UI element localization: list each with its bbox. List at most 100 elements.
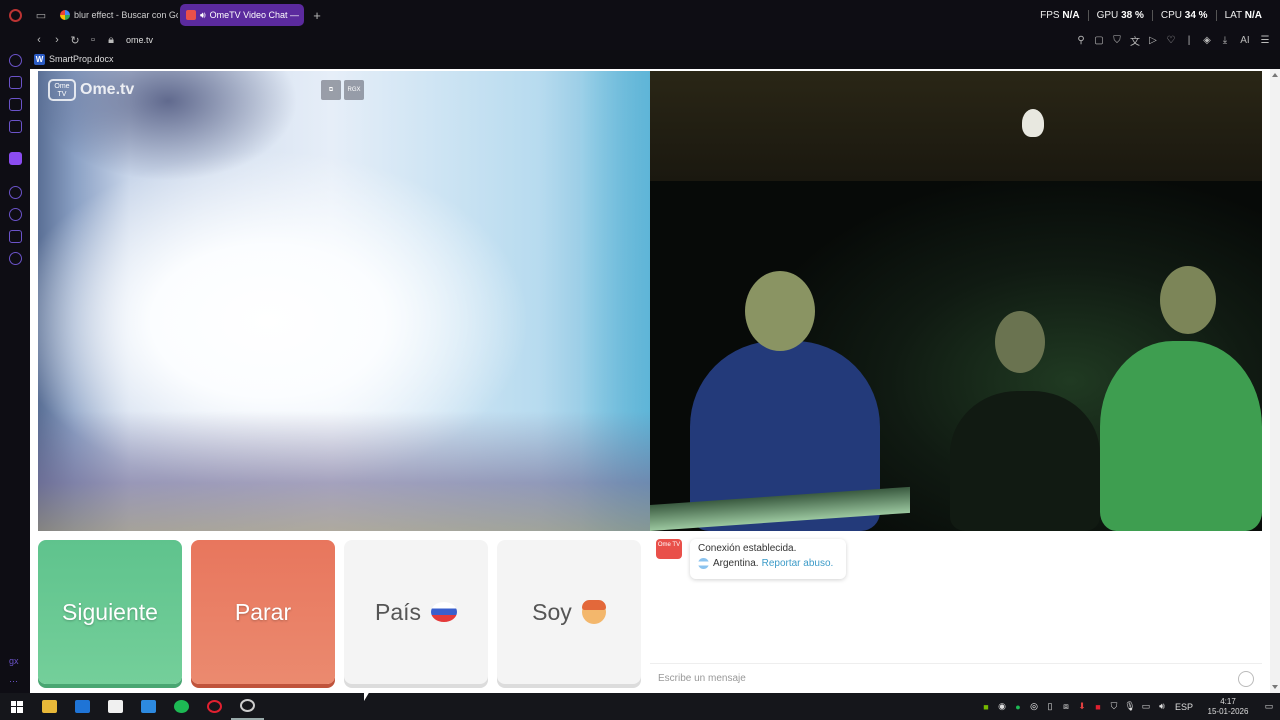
partner-country: Argentina.	[713, 558, 759, 569]
download-tray-icon[interactable]: ⬇	[1074, 701, 1090, 712]
bookmark-label: SmartProp.docx	[49, 54, 114, 64]
opera-gx-button[interactable]	[231, 693, 264, 720]
person-3	[1100, 266, 1262, 531]
steam-icon[interactable]: ◉	[994, 701, 1010, 712]
twitch-icon[interactable]	[9, 152, 22, 165]
lock-icon[interactable]: 🔒︎	[102, 31, 120, 49]
shield-icon[interactable]: ⛉	[1108, 35, 1126, 46]
emoji-icon[interactable]	[1238, 671, 1254, 687]
forward-icon[interactable]: ›	[48, 31, 66, 49]
ometv-chat-icon: Ome TV	[656, 539, 682, 559]
network-adapter-icon[interactable]: ⧈	[1058, 701, 1074, 712]
tab-title: blur effect - Buscar con Go	[74, 10, 178, 20]
tab-ometv[interactable]: 🔊︎ OmeTV Video Chat —	[180, 4, 304, 26]
ai-sidebar-icon[interactable]	[9, 54, 22, 67]
menu-icon[interactable]: ☰	[1256, 35, 1274, 46]
pinboard-icon[interactable]	[9, 98, 22, 111]
opera-icon	[207, 700, 222, 713]
stop-label: Parar	[234, 598, 292, 625]
gender-label: Soy	[532, 598, 572, 625]
gpu-readout: GPU 38 %	[1089, 9, 1153, 21]
security-icon[interactable]: ⛉	[1106, 701, 1122, 712]
wallet-icon[interactable]: ◈	[1198, 35, 1216, 46]
new-tab-button[interactable]: +	[308, 6, 326, 24]
snapshot-icon[interactable]: ▢	[1090, 35, 1108, 46]
heart-icon[interactable]: ♡	[1162, 35, 1180, 46]
whatsapp-icon[interactable]: ◎	[1026, 701, 1042, 712]
video-floor	[38, 411, 650, 531]
wifi-icon[interactable]: ▭	[1138, 701, 1154, 712]
microphone-icon[interactable]: 🎙︎	[1122, 701, 1138, 712]
stop-button[interactable]: Parar	[191, 540, 335, 684]
speaker-icon[interactable]: 🔊︎	[200, 10, 206, 21]
connection-status: Conexión establecida.	[698, 543, 797, 554]
video-tools: ⧉ RGX	[321, 80, 364, 100]
reload-icon[interactable]: ↻	[66, 31, 84, 49]
scroll-down-icon[interactable]	[1272, 685, 1278, 689]
play-icon[interactable]: ▷	[1144, 35, 1162, 46]
opera-gx-icon	[240, 699, 255, 712]
clock-time: 4:17	[1220, 696, 1236, 706]
spotify-tray-icon[interactable]: ●	[1010, 702, 1026, 712]
vscode-button[interactable]	[132, 693, 165, 720]
url-field[interactable]: ome.tv	[126, 35, 153, 45]
opera-logo-icon[interactable]	[0, 0, 30, 30]
messenger-icon[interactable]	[9, 120, 22, 133]
clock-date: 15-01-2026	[1207, 706, 1249, 716]
argentina-flag-icon	[698, 558, 709, 569]
tab-title: OmeTV Video Chat —	[209, 10, 300, 20]
usb-icon[interactable]: ▯	[1042, 701, 1058, 712]
translate-icon[interactable]: 文	[1126, 33, 1144, 48]
notifications-icon[interactable]: ▭	[1258, 701, 1280, 712]
windows-icon	[10, 700, 23, 713]
history-icon[interactable]	[9, 208, 22, 221]
nvidia-icon[interactable]: ■	[978, 702, 994, 712]
tab-google-search[interactable]: blur effect - Buscar con Go	[54, 4, 178, 26]
bookmark-smartprop[interactable]: W SmartProp.docx	[34, 53, 114, 65]
pin-icon[interactable]: ⚲	[1072, 35, 1090, 46]
camera-icon[interactable]: ▫	[84, 31, 102, 49]
country-button[interactable]: País	[344, 540, 488, 684]
opera-button[interactable]	[198, 693, 231, 720]
page-scrollbar[interactable]	[1270, 69, 1280, 693]
workspaces-icon[interactable]	[9, 76, 22, 89]
russia-flag-icon	[431, 602, 458, 622]
scroll-up-icon[interactable]	[1272, 73, 1278, 77]
fps-readout: FPS N/A	[1032, 9, 1089, 21]
file-explorer-button[interactable]	[33, 693, 66, 720]
antivirus-icon[interactable]: ■	[1090, 702, 1106, 712]
next-button[interactable]: Siguiente	[38, 540, 182, 684]
bookmarks-bar: W SmartProp.docx	[30, 50, 1280, 68]
google-icon	[60, 10, 70, 20]
extensions-icon[interactable]	[9, 230, 22, 243]
more-icon[interactable]: ⋯	[9, 676, 18, 687]
vscode-icon	[141, 700, 156, 713]
word-icon: W	[34, 53, 45, 65]
person-2	[950, 311, 1100, 531]
windows-taskbar: ■ ◉ ● ◎ ▯ ⧈ ⬇ ■ ⛉ 🎙︎ ▭ 🔊︎ ESP 4:17 15-01…	[0, 693, 1280, 720]
settings-icon[interactable]	[9, 252, 22, 265]
divider-icon: |	[1187, 34, 1191, 46]
gx-icon[interactable]: gx	[9, 656, 19, 666]
ometv-logo-text: Ome.tv	[80, 81, 135, 98]
back-icon[interactable]: ‹	[30, 31, 48, 49]
start-button[interactable]	[0, 693, 33, 720]
local-video: Ome TV Ome.tv ⧉ RGX	[38, 71, 650, 531]
volume-icon[interactable]: 🔊︎	[1154, 701, 1170, 712]
message-input[interactable]: Escribe un mensaje	[650, 663, 1262, 693]
rgx-button[interactable]: RGX	[344, 80, 364, 100]
tab-island-icon[interactable]: ▭	[30, 4, 52, 26]
gender-button[interactable]: Soy	[497, 540, 641, 684]
language-indicator[interactable]: ESP	[1170, 702, 1198, 712]
download-icon[interactable]: ⤓	[1216, 35, 1234, 46]
pip-icon[interactable]: ⧉	[321, 80, 341, 100]
latency-readout: LAT N/A	[1224, 9, 1262, 21]
player-icon[interactable]	[9, 186, 22, 199]
report-abuse-link[interactable]: Reportar abuso.	[762, 558, 834, 569]
store-button[interactable]	[99, 693, 132, 720]
outlook-button[interactable]	[66, 693, 99, 720]
spotify-button[interactable]	[165, 693, 198, 720]
ai-button[interactable]: AI	[1234, 35, 1256, 46]
clock[interactable]: 4:17 15-01-2026	[1198, 697, 1258, 717]
ometv-tab-icon	[186, 10, 196, 20]
